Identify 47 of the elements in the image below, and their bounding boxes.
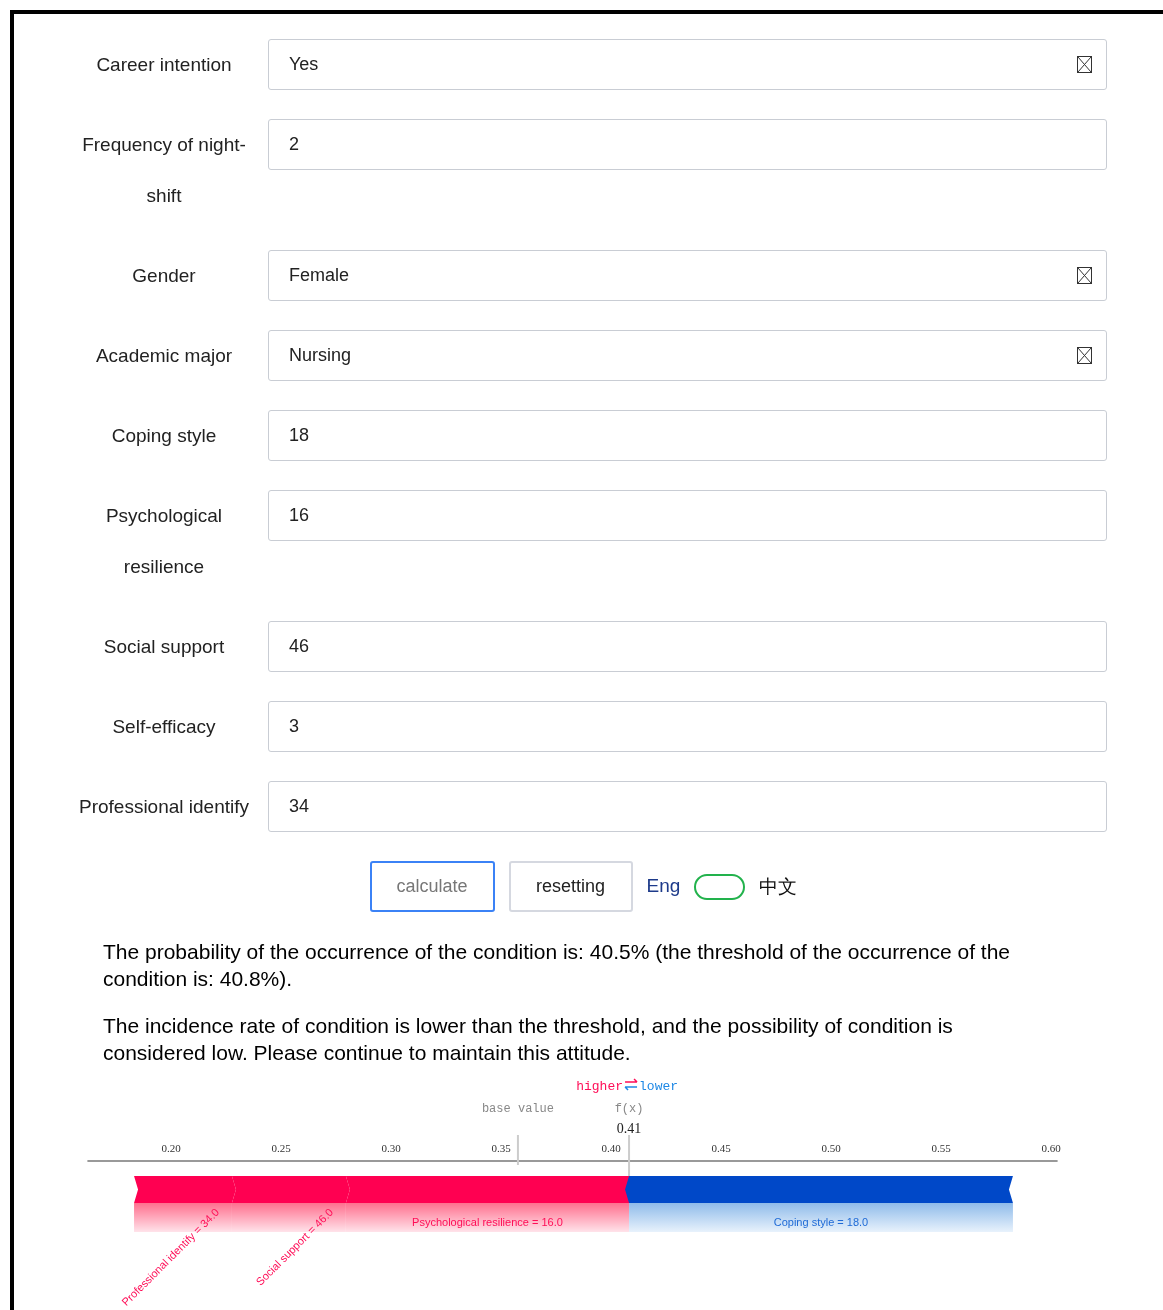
language-label: Eng [646, 874, 681, 899]
tick-label: 0.60 [1041, 1142, 1061, 1154]
fx-marker [628, 1134, 631, 1177]
select-field[interactable]: Yes [268, 39, 1107, 90]
higher-label: higher [576, 1079, 624, 1094]
field-label: Academic major [94, 344, 234, 368]
result-text: The probability of the occurrence of the condition is: 40.5% (the threshold of the occurrence of the condition is: 40.8%). [103, 939, 1012, 992]
tick-label: 0.25 [271, 1142, 291, 1154]
action-button[interactable]: calculate [369, 861, 495, 912]
base-value-marker [516, 1134, 519, 1166]
field-label: Career intention [95, 53, 233, 77]
clear-icon[interactable] [1077, 56, 1092, 73]
action-button[interactable]: resetting [508, 861, 633, 912]
field-label: Psychological resilience [104, 504, 224, 579]
input-field[interactable]: 18 [268, 410, 1107, 461]
input-field[interactable]: 2 [268, 119, 1107, 170]
fx-label: f(x) [614, 1102, 644, 1116]
select-field[interactable]: Female [268, 250, 1107, 301]
language-label: 中文 [759, 874, 798, 900]
lower-label: lower [639, 1079, 679, 1094]
field-label: Professional identify [77, 795, 250, 819]
tick-label: 0.50 [821, 1142, 841, 1154]
result-text: The incidence rate of condition is lower than the threshold, and the possibility of condition is considered low. Please continue to maintain this attitude. [103, 1013, 954, 1066]
tick-label: 0.35 [491, 1142, 511, 1154]
field-label: Gender [131, 264, 197, 288]
input-field[interactable]: 34 [268, 781, 1107, 832]
language-toggle[interactable] [694, 873, 746, 900]
swap-arrows-icon [624, 1078, 638, 1091]
field-label: Social support [102, 635, 226, 659]
field-label: Self-efficacy [111, 715, 217, 739]
tick-label: 0.30 [381, 1142, 401, 1154]
tick-label: 0.20 [161, 1142, 181, 1154]
select-field[interactable]: Nursing [268, 330, 1107, 381]
tick-label: 0.45 [711, 1142, 731, 1154]
base-value-label: base value [481, 1102, 554, 1116]
field-label: Frequency of night-shift [81, 133, 247, 208]
feature-label: Psychological resilience = 16.0 [412, 1216, 563, 1228]
input-field[interactable]: 46 [268, 621, 1107, 672]
field-label: Coping style [110, 424, 218, 448]
clear-icon[interactable] [1077, 347, 1092, 364]
tick-label: 0.55 [931, 1142, 951, 1154]
feature-label: Coping style = 18.0 [773, 1216, 869, 1228]
fx-value: 0.41 [616, 1121, 642, 1136]
tick-label: 0.40 [601, 1142, 621, 1154]
input-field[interactable]: 3 [268, 701, 1107, 752]
input-field[interactable]: 16 [268, 490, 1107, 541]
clear-icon[interactable] [1077, 267, 1092, 284]
